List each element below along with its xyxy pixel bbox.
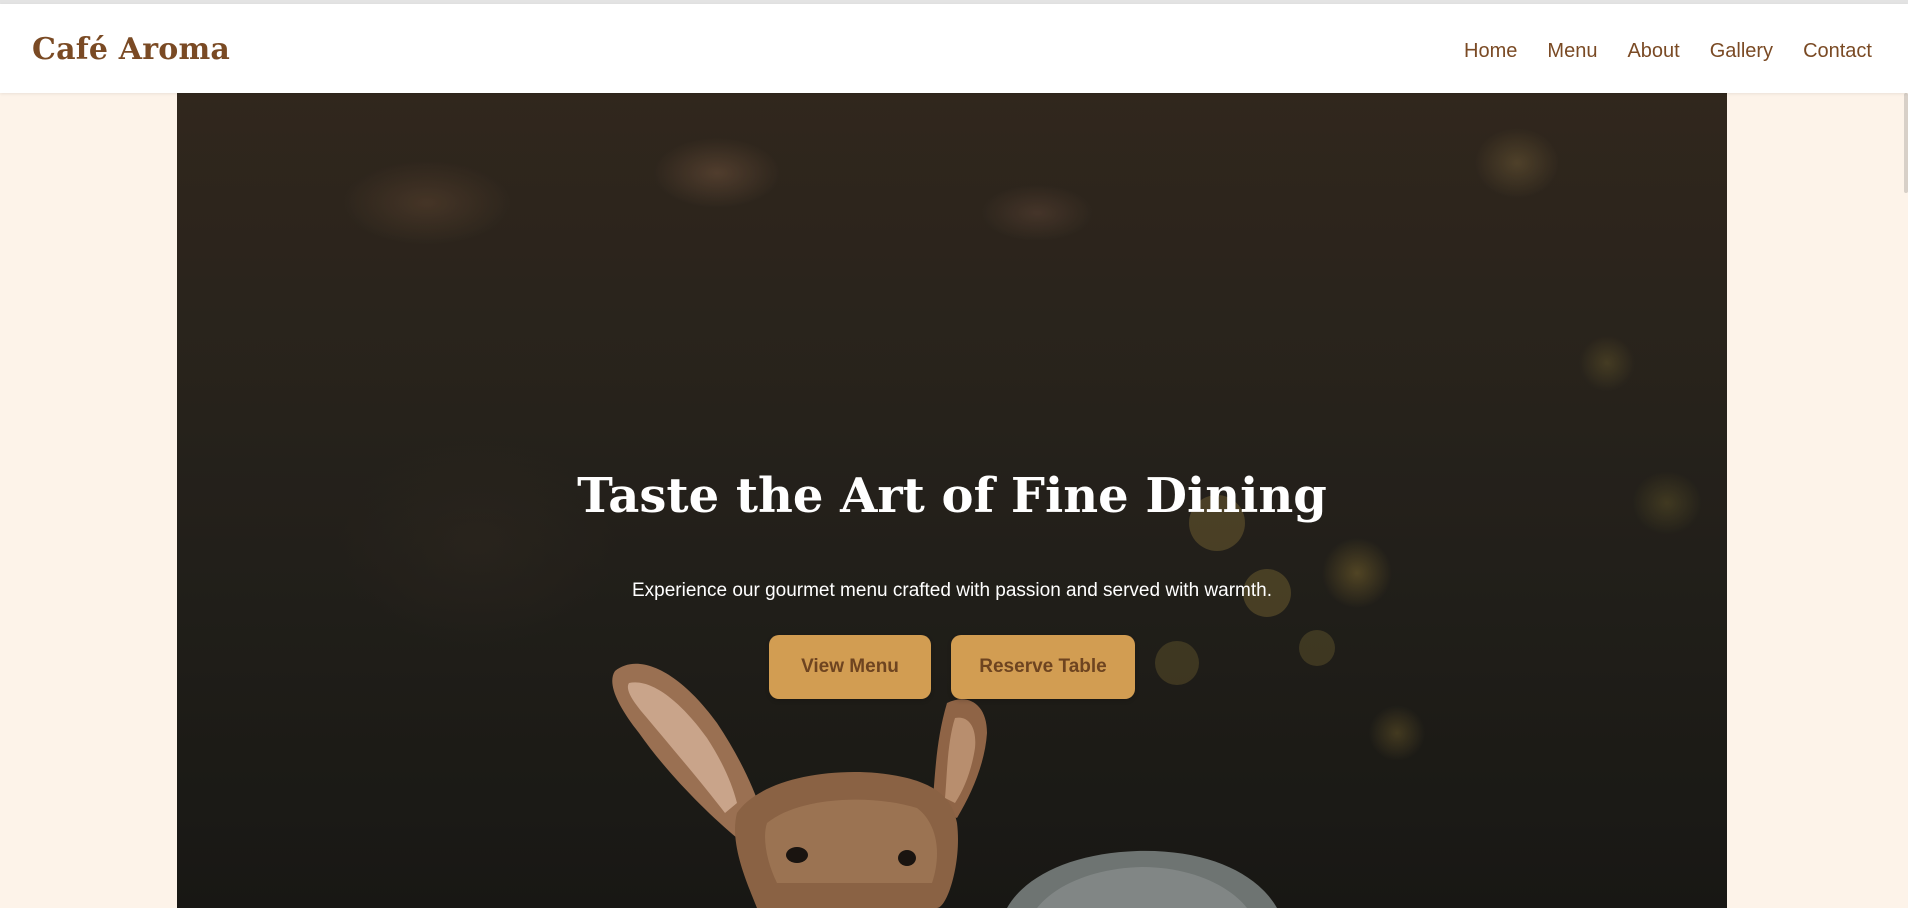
reserve-table-button[interactable]: Reserve Table [951,635,1135,699]
page-scrollbar[interactable] [1904,93,1908,193]
hero-title: Taste the Art of Fine Dining [577,468,1327,524]
nav-link-gallery[interactable]: Gallery [1710,40,1773,63]
view-menu-button[interactable]: View Menu [769,635,931,699]
hero-section: Taste the Art of Fine Dining Experience … [177,93,1727,908]
site-logo[interactable]: Café Aroma [32,32,230,67]
nav-link-about[interactable]: About [1627,40,1679,63]
hero-content: Taste the Art of Fine Dining Experience … [177,93,1727,908]
nav-link-contact[interactable]: Contact [1803,40,1872,63]
hero-button-row: View Menu Reserve Table [769,635,1135,699]
nav-link-home[interactable]: Home [1464,40,1517,63]
navbar: Café Aroma Home Menu About Gallery Conta… [0,4,1908,93]
main-nav: Home Menu About Gallery Contact [1464,40,1872,63]
nav-link-menu[interactable]: Menu [1547,40,1597,63]
hero-subtitle: Experience our gourmet menu crafted with… [632,580,1272,601]
